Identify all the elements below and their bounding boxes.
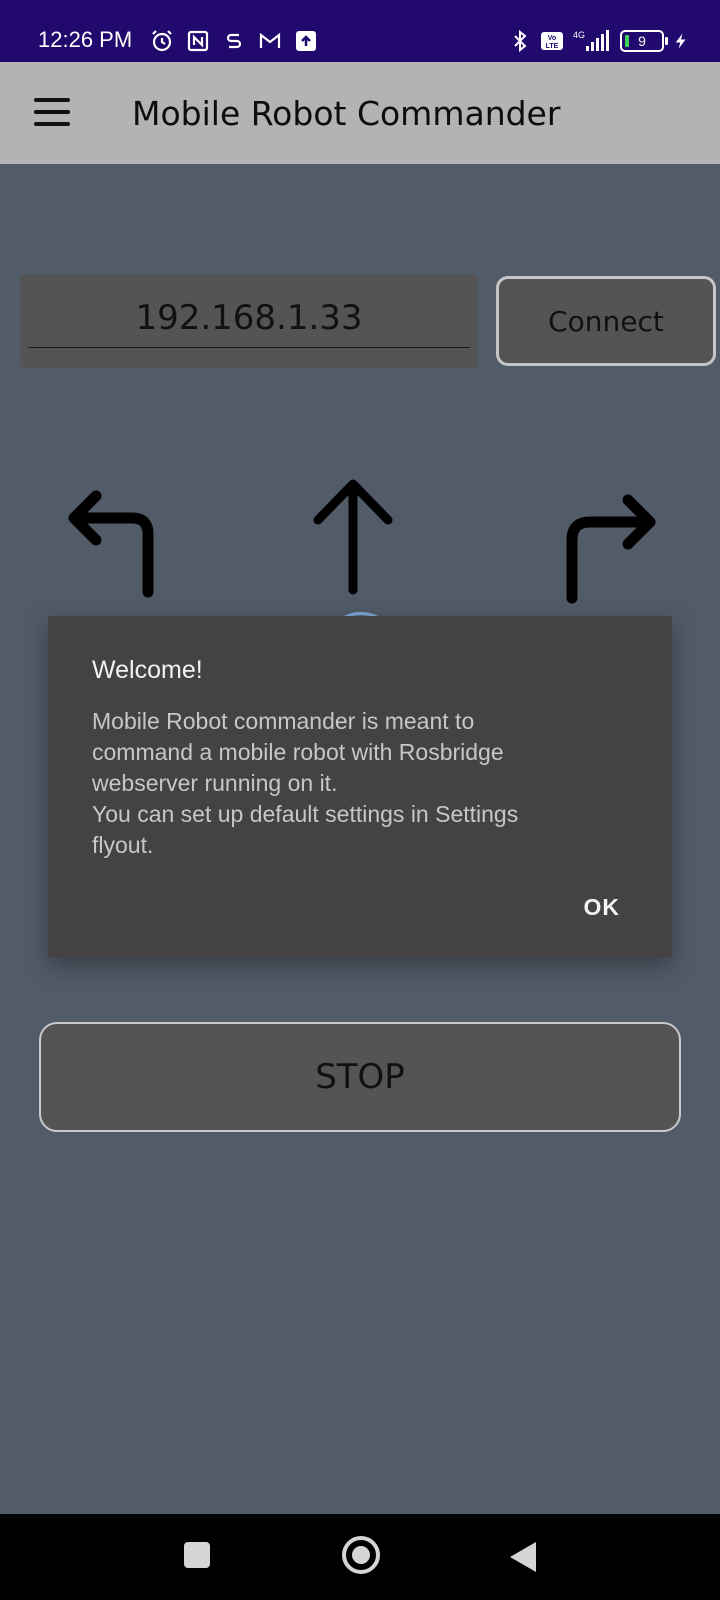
4g-signal-icon: 4G (573, 30, 609, 51)
ip-address-input[interactable]: 192.168.1.33 (20, 274, 478, 368)
app-title: Mobile Robot Commander (132, 94, 561, 133)
status-bar: 12:26 PM Vo LTE 4G 9 (0, 0, 720, 62)
ip-address-value[interactable]: 192.168.1.33 (20, 298, 478, 338)
alarm-icon (152, 30, 172, 52)
gmail-icon (259, 32, 281, 48)
svg-text:Vo: Vo (548, 35, 556, 42)
ok-button[interactable]: OK (584, 894, 621, 921)
battery-level: 9 (638, 33, 646, 49)
dialog-title: Welcome! (92, 656, 203, 684)
bluetooth-icon (514, 29, 527, 53)
upload-icon (296, 31, 316, 51)
app-bar: Mobile Robot Commander (0, 62, 720, 164)
dialog-message-line: You can set up default settings in Setti… (92, 801, 519, 827)
network-label: 4G (573, 30, 585, 40)
dialog-message-line: command a mobile robot with Rosbridge (92, 739, 504, 765)
welcome-dialog: Welcome! Mobile Robot commander is meant… (48, 616, 672, 958)
charging-icon (675, 33, 686, 49)
dialog-message-line: flyout. (92, 832, 154, 858)
stop-button[interactable]: STOP (39, 1022, 681, 1132)
input-underline (28, 346, 470, 348)
status-icons-left (150, 26, 318, 56)
recents-icon[interactable] (184, 1542, 210, 1568)
battery-icon: 9 (620, 30, 668, 52)
s-app-icon (226, 33, 242, 49)
nfc-icon (187, 30, 209, 52)
status-time: 12:26 PM (38, 27, 133, 52)
dialog-message-line: Mobile Robot commander is meant to (92, 708, 475, 734)
svg-text:LTE: LTE (546, 43, 559, 50)
volte-icon: Vo LTE (541, 32, 563, 50)
connect-button[interactable]: Connect (496, 276, 716, 366)
up-arrow-icon[interactable] (310, 478, 410, 598)
back-icon[interactable] (510, 1542, 536, 1572)
home-icon[interactable] (342, 1536, 380, 1574)
hamburger-menu-icon[interactable] (30, 92, 74, 132)
dialog-message: Mobile Robot commander is meant to comma… (92, 706, 632, 861)
navigation-bar (0, 1514, 720, 1600)
status-icons-right: Vo LTE 4G 9 (508, 26, 690, 56)
turn-left-arrow-icon[interactable] (62, 480, 166, 600)
dialog-message-line: webserver running on it. (92, 770, 338, 796)
turn-right-arrow-icon[interactable] (556, 488, 660, 608)
